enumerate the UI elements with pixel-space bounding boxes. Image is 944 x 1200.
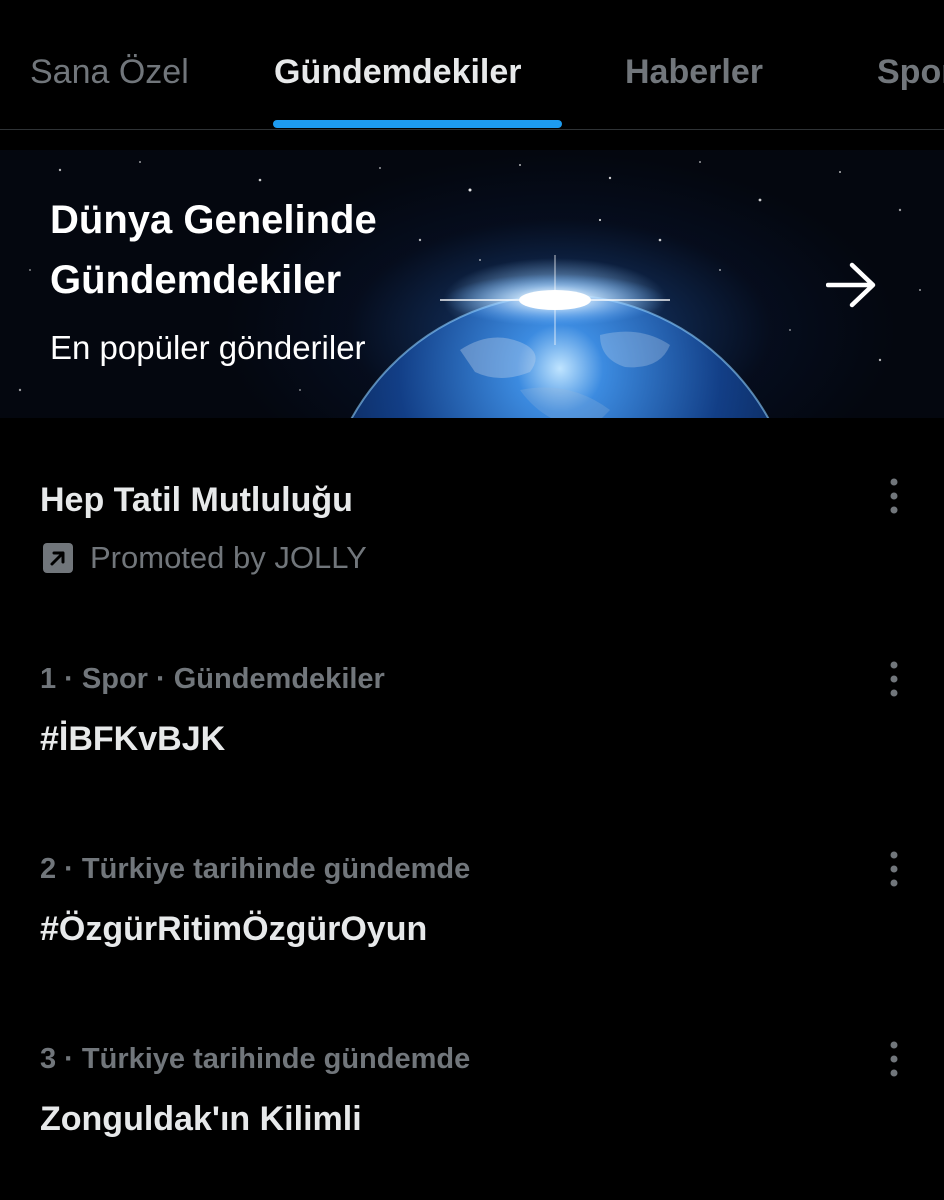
promoted-trend[interactable]: Hep Tatil Mutluluğu Promoted by JOLLY [0, 470, 944, 590]
banner-title-line1: Dünya Genelinde [50, 198, 377, 242]
active-tab-indicator [273, 120, 562, 128]
banner-subtitle: En popüler gönderiler [50, 329, 366, 366]
tab-bar: Sana Özel Gündemdekiler Haberler Spor [0, 0, 944, 130]
trend-title: #ÖzgürRitimÖzgürOyun [40, 910, 428, 948]
worldwide-trends-banner[interactable]: Dünya Genelinde Gündemdekiler En popüler… [0, 150, 944, 418]
banner-title: Dünya Genelinde Gündemdekiler [50, 190, 570, 310]
trend-title: #İBFKvBJK [40, 720, 226, 758]
trend-meta: 2 · Türkiye tarihinde gündemde [40, 853, 471, 885]
trend-item-3[interactable]: 3 · Türkiye tarihinde gündemde Zonguldak… [0, 1035, 944, 1155]
trend-title: Zonguldak'ın Kilimli [40, 1100, 362, 1138]
promoted-arrow-icon [43, 543, 73, 573]
trend-meta: 3 · Türkiye tarihinde gündemde [40, 1043, 471, 1075]
trend-meta: 1 · Spor · Gündemdekiler [40, 663, 385, 695]
promoted-title: Hep Tatil Mutluluğu [40, 481, 353, 519]
more-options-icon[interactable] [878, 476, 910, 516]
tab-spor[interactable]: Spor [877, 50, 944, 94]
trend-item-1[interactable]: 1 · Spor · Gündemdekiler #İBFKvBJK [0, 655, 944, 775]
promoted-by-label: Promoted by JOLLY [90, 540, 367, 575]
arrow-right-icon[interactable] [826, 262, 878, 308]
tab-gundemdekiler[interactable]: Gündemdekiler [274, 50, 522, 94]
banner-title-line2: Gündemdekiler [50, 258, 342, 302]
tab-sana-ozel[interactable]: Sana Özel [30, 50, 189, 94]
trend-item-2[interactable]: 2 · Türkiye tarihinde gündemde #ÖzgürRit… [0, 845, 944, 965]
tab-haberler[interactable]: Haberler [625, 50, 763, 94]
more-options-icon[interactable] [878, 1039, 910, 1079]
more-options-icon[interactable] [878, 659, 910, 699]
more-options-icon[interactable] [878, 849, 910, 889]
